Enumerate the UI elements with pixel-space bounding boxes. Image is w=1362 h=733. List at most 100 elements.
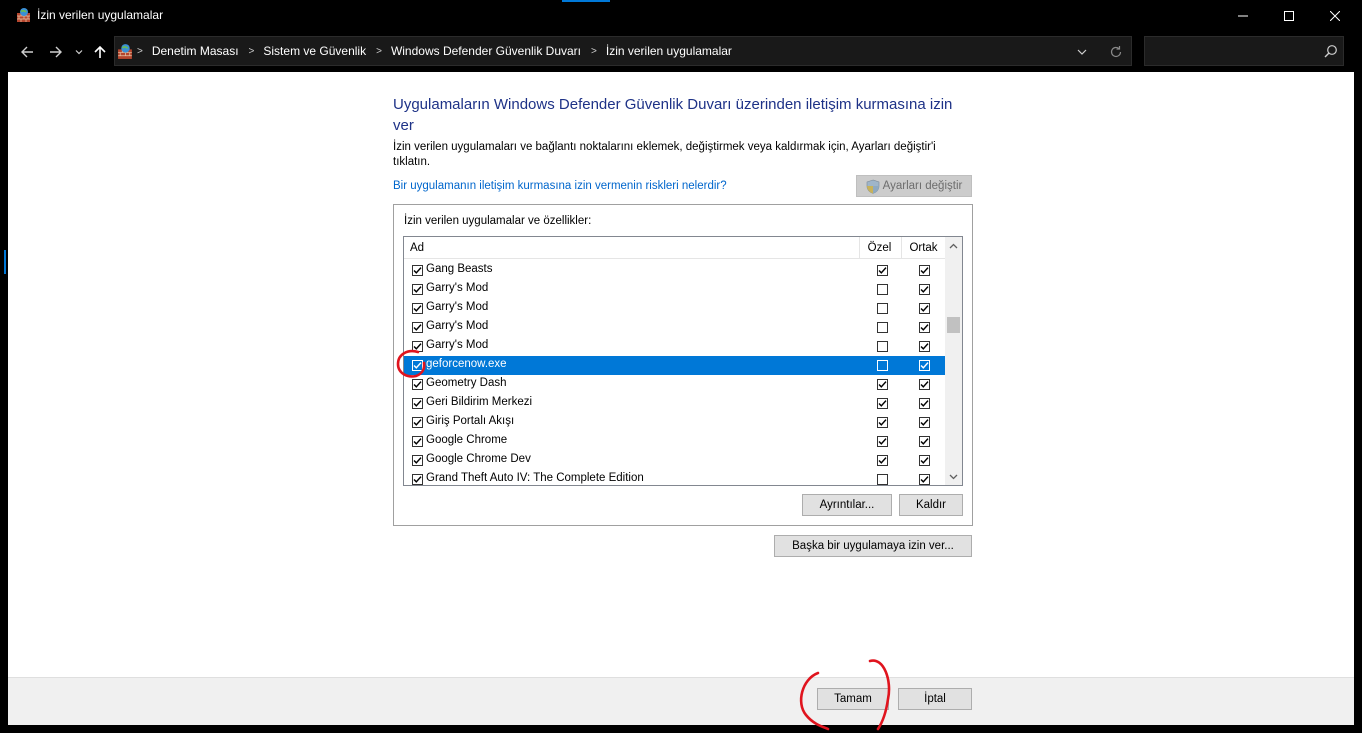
minimize-button[interactable] <box>1220 0 1266 32</box>
list-item[interactable]: geforcenow.exe <box>404 356 945 375</box>
back-button[interactable] <box>15 40 39 64</box>
app-name: Google Chrome Dev <box>426 453 531 465</box>
public-checkbox[interactable] <box>919 436 930 447</box>
app-name: geforcenow.exe <box>426 358 507 370</box>
app-enabled-checkbox[interactable] <box>412 303 423 314</box>
chevron-right-icon: > <box>591 45 597 57</box>
vertical-scrollbar[interactable] <box>945 237 962 485</box>
ok-button[interactable]: Tamam <box>817 688 889 710</box>
list-item[interactable]: Garry's Mod <box>404 299 945 318</box>
public-checkbox[interactable] <box>919 341 930 352</box>
list-item[interactable]: Google Chrome <box>404 432 945 451</box>
scroll-down-button[interactable] <box>945 468 962 485</box>
public-checkbox[interactable] <box>919 398 930 409</box>
chevron-up-icon <box>949 243 958 248</box>
app-enabled-checkbox[interactable] <box>412 265 423 276</box>
column-header-private[interactable]: Özel <box>859 237 899 259</box>
app-enabled-checkbox[interactable] <box>412 455 423 466</box>
list-item[interactable]: Google Chrome Dev <box>404 451 945 470</box>
public-checkbox[interactable] <box>919 474 930 485</box>
chevron-down-icon <box>75 50 83 55</box>
public-checkbox[interactable] <box>919 455 930 466</box>
allowed-apps-label: İzin verilen uygulamalar ve özellikler: <box>404 215 592 227</box>
private-checkbox[interactable] <box>877 379 888 390</box>
title-bar: İzin verilen uygulamalar <box>0 0 1362 32</box>
scroll-thumb[interactable] <box>947 317 960 333</box>
search-input[interactable] <box>1144 36 1344 66</box>
maximize-button[interactable] <box>1266 0 1312 32</box>
list-item[interactable]: Giriş Portalı Akışı <box>404 413 945 432</box>
forward-button[interactable] <box>44 40 68 64</box>
private-checkbox[interactable] <box>877 398 888 409</box>
public-checkbox[interactable] <box>919 284 930 295</box>
app-name: Geri Bildirim Merkezi <box>426 396 533 408</box>
chevron-right-icon: > <box>137 45 143 57</box>
recent-locations-button[interactable] <box>70 40 88 64</box>
public-checkbox[interactable] <box>919 265 930 276</box>
firewall-icon <box>16 7 32 23</box>
app-enabled-checkbox[interactable] <box>412 379 423 390</box>
cancel-button[interactable]: İptal <box>898 688 972 710</box>
app-name: Garry's Mod <box>426 282 489 294</box>
private-checkbox[interactable] <box>877 303 888 314</box>
address-dropdown-button[interactable] <box>1074 44 1090 60</box>
public-checkbox[interactable] <box>919 379 930 390</box>
forward-arrow-icon <box>50 46 62 58</box>
private-checkbox[interactable] <box>877 341 888 352</box>
private-checkbox[interactable] <box>877 417 888 428</box>
column-header-name[interactable]: Ad <box>410 237 424 259</box>
private-checkbox[interactable] <box>877 284 888 295</box>
app-name: Garry's Mod <box>426 339 489 351</box>
list-item[interactable]: Garry's Mod <box>404 280 945 299</box>
list-item[interactable]: Garry's Mod <box>404 318 945 337</box>
private-checkbox[interactable] <box>877 360 888 371</box>
up-button[interactable] <box>88 40 112 64</box>
list-item[interactable]: Garry's Mod <box>404 337 945 356</box>
app-enabled-checkbox[interactable] <box>412 284 423 295</box>
risk-info-link[interactable]: Bir uygulamanın iletişim kurmasına izin … <box>393 180 727 192</box>
private-checkbox[interactable] <box>877 455 888 466</box>
up-arrow-icon <box>94 45 106 58</box>
breadcrumb-item[interactable]: İzin verilen uygulamalar <box>606 44 732 58</box>
app-enabled-checkbox[interactable] <box>412 436 423 447</box>
public-checkbox[interactable] <box>919 417 930 428</box>
breadcrumb-item[interactable]: Denetim Masası <box>152 44 239 58</box>
app-name: Geometry Dash <box>426 377 507 389</box>
close-button[interactable] <box>1312 0 1358 32</box>
private-checkbox[interactable] <box>877 265 888 276</box>
content-area: Uygulamaların Windows Defender Güvenlik … <box>8 72 1354 677</box>
app-name: Grand Theft Auto IV: The Complete Editio… <box>426 472 644 484</box>
app-enabled-checkbox[interactable] <box>412 360 423 371</box>
private-checkbox[interactable] <box>877 474 888 485</box>
refresh-button[interactable] <box>1107 43 1125 61</box>
app-name: Garry's Mod <box>426 301 489 313</box>
public-checkbox[interactable] <box>919 322 930 333</box>
public-checkbox[interactable] <box>919 360 930 371</box>
remove-button[interactable]: Kaldır <box>899 494 963 516</box>
address-bar[interactable]: > Denetim Masası > Sistem ve Güvenlik > … <box>114 36 1132 66</box>
public-checkbox[interactable] <box>919 303 930 314</box>
details-button[interactable]: Ayrıntılar... <box>802 494 892 516</box>
change-settings-button[interactable]: Ayarları değiştir <box>856 175 972 197</box>
dialog-footer: Tamam İptal <box>8 677 1354 725</box>
allowed-apps-group: İzin verilen uygulamalar ve özellikler: … <box>393 204 973 526</box>
page-description: İzin verilen uygulamaları ve bağlantı no… <box>393 141 936 168</box>
allow-another-app-button[interactable]: Başka bir uygulamaya izin ver... <box>774 535 972 557</box>
refresh-icon <box>1110 46 1122 58</box>
scroll-up-button[interactable] <box>945 237 962 254</box>
list-item[interactable]: Gang Beasts <box>404 261 945 280</box>
private-checkbox[interactable] <box>877 436 888 447</box>
app-enabled-checkbox[interactable] <box>412 474 423 485</box>
app-enabled-checkbox[interactable] <box>412 341 423 352</box>
list-item[interactable]: Grand Theft Auto IV: The Complete Editio… <box>404 470 945 485</box>
app-enabled-checkbox[interactable] <box>412 417 423 428</box>
column-header-public[interactable]: Ortak <box>901 237 945 259</box>
list-item[interactable]: Geri Bildirim Merkezi <box>404 394 945 413</box>
allowed-apps-list[interactable]: Ad Özel Ortak Gang Beasts Garry's Mod Garr… <box>403 236 963 486</box>
app-enabled-checkbox[interactable] <box>412 398 423 409</box>
list-item[interactable]: Geometry Dash <box>404 375 945 394</box>
breadcrumb-item[interactable]: Windows Defender Güvenlik Duvarı <box>391 44 581 58</box>
private-checkbox[interactable] <box>877 322 888 333</box>
app-enabled-checkbox[interactable] <box>412 322 423 333</box>
breadcrumb-item[interactable]: Sistem ve Güvenlik <box>263 44 366 58</box>
